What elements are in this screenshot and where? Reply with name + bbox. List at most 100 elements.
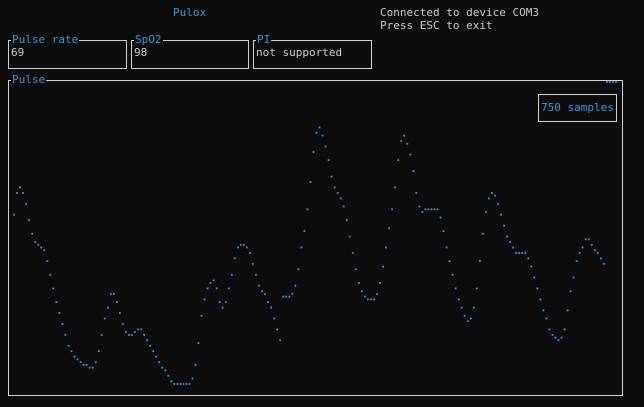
pulse-sample-point	[125, 331, 127, 333]
pulse-sample-point	[149, 344, 151, 347]
pulse-sample-point	[448, 260, 451, 262]
pulse-sample-point	[545, 317, 548, 320]
pulse-sample-point	[182, 383, 185, 385]
pulse-sample-point	[240, 243, 242, 246]
pulse-panel: Pulse	[8, 73, 623, 396]
pulse-sample-point	[373, 298, 375, 301]
pulse-sample-point	[40, 246, 43, 249]
pulse-sample-point	[600, 257, 602, 260]
pulse-sample-point	[221, 306, 224, 309]
pulse-sample-point	[575, 260, 578, 262]
pulse-sample-point	[88, 366, 91, 369]
pulse-sample-point	[482, 232, 484, 235]
pulse-sample-point	[46, 260, 49, 262]
pulse-sample-point	[134, 331, 136, 333]
pulse-sample-point	[297, 268, 300, 271]
pulse-sample-point	[22, 192, 24, 194]
pulse-sample-point	[609, 81, 611, 83]
pulse-sample-point	[361, 290, 363, 293]
pulse-sample-point	[560, 336, 563, 339]
pulse-sample-point	[218, 301, 221, 303]
pulse-sample-point	[179, 383, 182, 385]
pulse-sample-point	[270, 306, 272, 309]
pulse-sample-point	[593, 249, 596, 252]
pulse-sample-point	[58, 312, 61, 314]
pulse-sample-point	[494, 194, 496, 197]
pulse-sample-point	[119, 312, 121, 314]
pulse-sample-point	[472, 306, 475, 309]
pulse-sample-point	[382, 265, 384, 268]
pulse-sample-point	[276, 328, 279, 331]
pulse-sample-point	[330, 175, 333, 178]
pulse-sample-point	[203, 298, 206, 301]
pulse-sample-point	[28, 219, 30, 222]
pulse-sample-point	[563, 328, 566, 331]
pulse-sample-point	[342, 205, 345, 208]
pulse-sample-point	[94, 361, 97, 364]
pulse-sample-point	[285, 295, 288, 298]
pulse-sample-point	[79, 361, 82, 364]
connection-status-line: Connected to device COM3	[380, 6, 539, 19]
pulse-sample-point	[427, 208, 430, 211]
pulse-sample-point	[137, 328, 139, 331]
pulse-sample-point	[406, 142, 409, 145]
pulse-sample-point	[224, 301, 227, 303]
pulse-sample-point	[475, 287, 478, 290]
pulse-sample-point	[282, 295, 285, 298]
spo2-label: SpO2	[134, 33, 163, 46]
pulse-sample-point	[339, 197, 342, 200]
pulse-sample-point	[306, 208, 309, 211]
pulse-sample-point	[497, 202, 499, 205]
pulse-sample-point	[512, 246, 514, 249]
pulse-sample-point	[243, 243, 245, 246]
pulse-sample-point	[318, 126, 321, 129]
pulse-sample-point	[394, 186, 397, 189]
pulse-sample-point	[128, 334, 130, 336]
pulse-sample-point	[551, 334, 554, 336]
pulse-sample-point	[273, 317, 276, 320]
pulse-sample-point	[400, 140, 403, 142]
pulse-sample-point	[252, 263, 254, 265]
pulse-sample-point	[463, 314, 466, 317]
pulse-sample-point	[200, 314, 203, 317]
pulse-sample-point	[581, 246, 584, 249]
pulse-sample-point	[267, 301, 269, 303]
pulse-rate-value: 69	[11, 46, 25, 59]
pulse-sample-point	[233, 257, 236, 260]
pulse-sample-point	[506, 235, 508, 238]
pulse-sample-point	[103, 317, 106, 320]
pulse-sample-point	[439, 216, 442, 219]
pulse-sample-point	[509, 241, 511, 243]
pulse-sample-point	[300, 246, 303, 249]
pulse-sample-point	[530, 265, 533, 268]
pulse-sample-point	[291, 293, 294, 295]
pulse-sample-point	[152, 350, 155, 353]
pulse-sample-point	[554, 336, 557, 339]
pulse-sample-point	[521, 252, 524, 254]
pulse-sample-point	[409, 153, 412, 156]
pulse-sample-point	[503, 224, 505, 227]
pulse-sample-point	[370, 298, 372, 301]
pulse-sample-point	[212, 279, 215, 282]
pulse-sample-point	[603, 263, 605, 265]
pulse-sample-point	[194, 364, 197, 366]
pulse-sample-point	[433, 208, 436, 211]
pulse-sample-point	[258, 284, 260, 287]
pulse-sample-point	[206, 287, 209, 290]
pulse-sample-point	[173, 383, 176, 385]
pulse-sample-point	[109, 293, 112, 295]
pulse-sample-point	[100, 334, 103, 336]
pi-label: PI	[256, 33, 272, 46]
pulse-sample-point	[451, 273, 454, 276]
pulse-sample-point	[49, 273, 52, 276]
pulse-sample-point	[606, 81, 608, 83]
pulse-sample-point	[391, 208, 393, 211]
spo2-value: 98	[134, 46, 148, 59]
pulse-sample-point	[91, 366, 94, 369]
pulse-sample-point	[518, 252, 521, 254]
pulse-sample-point	[131, 334, 133, 336]
pulse-sample-point	[31, 232, 34, 235]
pulse-sample-point	[596, 252, 599, 254]
pulse-sample-point	[67, 344, 70, 347]
pulse-sample-point	[569, 290, 572, 293]
